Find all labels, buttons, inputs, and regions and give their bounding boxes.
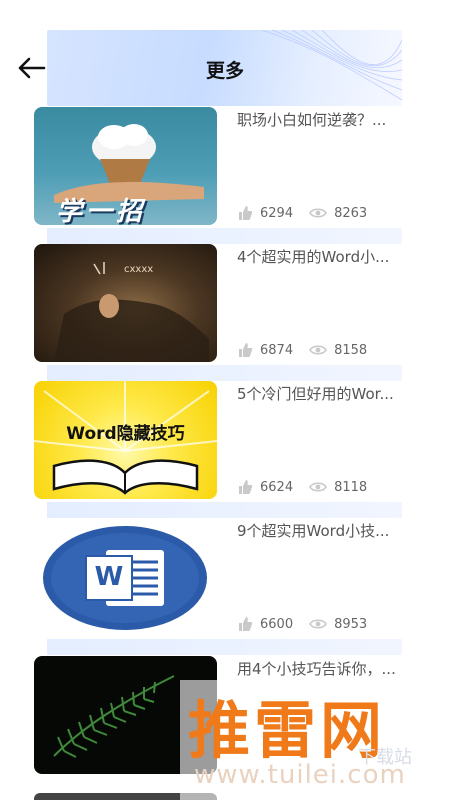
article-thumbnail: Word隐藏技巧 <box>34 381 217 499</box>
article-item[interactable]: cxxxx 4个超实用的Word小... 6874 8158 <box>34 244 418 362</box>
word-logo-letter: W <box>94 562 124 592</box>
thumb-up-icon <box>239 617 253 631</box>
article-stats: 6294 8263 <box>237 203 383 223</box>
watermark: 推雷网 下载站 www.tuilei.com <box>180 680 450 800</box>
view-count: 8118 <box>309 480 367 495</box>
view-count: 8953 <box>309 617 367 632</box>
thumb-up-icon <box>239 343 253 357</box>
article-title: 4个超实用的Word小... <box>237 248 390 266</box>
watermark-url: www.tuilei.com <box>194 760 406 790</box>
article-stats: 6874 8158 <box>237 340 383 360</box>
article-item[interactable]: Word隐藏技巧 5个冷门但好用的Wor... 6624 8118 <box>34 381 418 499</box>
article-title: 5个冷门但好用的Wor... <box>237 385 394 403</box>
like-count: 6874 <box>237 342 293 358</box>
thumbnail-caption: 学一招 <box>56 197 147 225</box>
article-title: 9个超实用Word小技... <box>237 522 390 540</box>
eye-icon <box>309 208 328 218</box>
article-item[interactable]: W 9个超实用Word小技... 6600 8953 <box>34 518 418 636</box>
like-count: 6624 <box>237 479 293 495</box>
article-item[interactable]: 学一招 职场小白如何逆袭？... 6294 8263 <box>34 107 418 225</box>
article-thumbnail: cxxxx <box>34 244 217 362</box>
watermark-logo: 推雷网 <box>188 694 387 767</box>
thumbnail-caption: Word隐藏技巧 <box>66 424 185 444</box>
thumb-up-icon <box>239 206 253 220</box>
like-count: 6294 <box>237 205 293 221</box>
article-stats: 6624 8118 <box>237 477 383 497</box>
article-stats: 6600 8953 <box>237 614 383 634</box>
svg-text:cxxxx: cxxxx <box>124 264 153 275</box>
thumb-up-icon <box>239 480 253 494</box>
eye-icon <box>309 619 328 629</box>
article-title: 用4个小技巧告诉你，... <box>237 660 396 678</box>
view-count: 8158 <box>309 343 367 358</box>
view-count: 8263 <box>309 206 367 221</box>
article-thumbnail: 学一招 <box>34 107 217 225</box>
article-title: 职场小白如何逆袭？... <box>237 111 387 129</box>
article-thumbnail: W <box>34 518 217 636</box>
eye-icon <box>309 345 328 355</box>
like-count: 6600 <box>237 616 293 632</box>
eye-icon <box>309 482 328 492</box>
